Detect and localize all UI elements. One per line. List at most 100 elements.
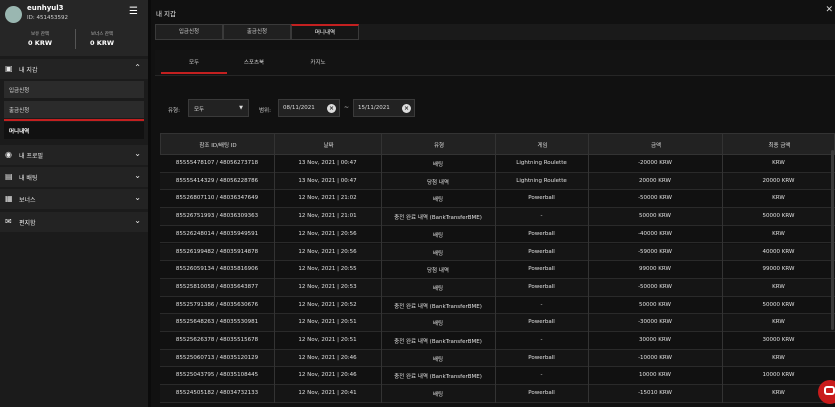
- table-cell: 85526199482 / 48035914878: [175, 248, 259, 255]
- table-cell: 50000 KRW: [639, 213, 671, 220]
- table-cell: Powerball: [528, 248, 555, 255]
- chat-icon: [824, 386, 835, 395]
- sidebar-item-label: 머니내역: [9, 129, 30, 135]
- table-cell: 배팅: [432, 356, 444, 363]
- range-separator: ~: [344, 104, 350, 111]
- close-icon[interactable]: ✕: [825, 5, 833, 15]
- table-row[interactable]: 85526059134 / 48035816906 12 Nov, 2021 | …: [160, 261, 835, 279]
- page-title: 내 지갑: [156, 10, 177, 18]
- chat-button[interactable]: [818, 380, 835, 404]
- table-row[interactable]: 85525791386 / 48035630676 12 Nov, 2021 | …: [160, 296, 835, 315]
- caret-down-icon: ▼: [239, 105, 243, 111]
- table-cell: 50000 KRW: [639, 301, 671, 308]
- table-cell: 배팅: [432, 232, 444, 239]
- table-row[interactable]: 85526807110 / 48036347649 12 Nov, 2021 | …: [160, 190, 835, 209]
- date-from-value: 08/11/2021: [283, 105, 315, 111]
- wallet-tabs: 입금신청 출금신청 머니내역: [155, 24, 835, 40]
- table-row[interactable]: 85524505182 / 48034732133 12 Nov, 2021 | …: [160, 385, 835, 403]
- table-cell: 12 Nov, 2021 | 20:46: [298, 354, 357, 361]
- table-row[interactable]: 85525060713 / 48035120129 12 Nov, 2021 | …: [160, 349, 835, 368]
- table-cell: KRW: [772, 230, 785, 237]
- profile-panel: eunhyul3 ID: 451453592 ☰ 보유 잔액 0 KRW 보너스…: [0, 0, 148, 56]
- clear-date-from-icon[interactable]: ×: [327, 104, 336, 113]
- range-filter-label: 범위:: [259, 108, 271, 114]
- table-cell: 12 Nov, 2021 | 20:41: [298, 390, 357, 397]
- table-cell: 배팅: [432, 321, 444, 328]
- table-cell: 85524505182 / 48034732133: [175, 390, 259, 397]
- table-cell: -: [540, 372, 543, 379]
- sidebar: eunhyul3 ID: 451453592 ☰ 보유 잔액 0 KRW 보너스…: [0, 0, 148, 407]
- date-from-input[interactable]: 08/11/2021 ×: [278, 99, 340, 117]
- table-row[interactable]: 85526199482 / 48035914878 12 Nov, 2021 | …: [160, 243, 835, 262]
- table-row[interactable]: 85525626378 / 48035515678 12 Nov, 2021 | …: [160, 332, 835, 350]
- nav-messages[interactable]: ✉ 편지함 ⌄: [0, 212, 148, 232]
- sidebar-item-withdraw[interactable]: 출금신청: [4, 101, 144, 118]
- tab-deposit[interactable]: 입금신청: [155, 24, 223, 40]
- table-row[interactable]: 85526248014 / 48035949591 12 Nov, 2021 | …: [160, 225, 835, 244]
- column-divider: [722, 133, 723, 403]
- tab-money-history[interactable]: 머니내역: [291, 24, 359, 40]
- table-row[interactable]: 85525810058 / 48035643877 12 Nov, 2021 | …: [160, 278, 835, 297]
- table-cell: 12 Nov, 2021 | 20:53: [298, 283, 357, 290]
- table-cell: 85525648263 / 48035530981: [175, 319, 259, 326]
- nav-bonus[interactable]: ▦ 보너스 ⌄: [0, 189, 148, 209]
- table-cell: 85526248014 / 48035949591: [175, 230, 259, 237]
- nav-bets[interactable]: ▤ 내 배팅 ⌄: [0, 167, 148, 187]
- subtab-active-indicator: [161, 72, 227, 74]
- bonus-balance: 보너스 잔액 0 KRW: [67, 31, 137, 47]
- table-cell: Powerball: [528, 390, 555, 397]
- nav-bonus-label: 보너스: [19, 197, 36, 204]
- table-cell: 12 Nov, 2021 | 20:51: [298, 337, 357, 343]
- table-cell: 배팅: [432, 162, 444, 168]
- table-cell: 85525043795 / 48035108445: [175, 372, 259, 379]
- column-header: 날짜: [323, 143, 334, 149]
- subtab-sportsbook[interactable]: 스포츠북: [221, 58, 287, 66]
- table-row[interactable]: 85525043795 / 48035108445 12 Nov, 2021 | …: [160, 367, 835, 386]
- sidebar-item-money-history[interactable]: 머니내역: [4, 122, 144, 139]
- table-row[interactable]: 85555414329 / 48056228786 13 Nov, 2021 | …: [160, 172, 835, 191]
- table-cell: Powerball: [528, 230, 555, 237]
- column-header: 참조 ID/배팅 ID: [199, 143, 237, 149]
- column-header: 유형: [433, 143, 445, 149]
- main-panel: 내 지갑 ✕ 입금신청 출금신청 머니내역 모두 스포츠북 카지노 유형: 모두…: [151, 0, 835, 407]
- table-cell: KRW: [772, 160, 785, 166]
- table-cell: 20000 KRW: [639, 177, 671, 184]
- bonus-balance-label: 보너스 잔액: [90, 32, 114, 37]
- subtab-all[interactable]: 모두: [161, 58, 227, 66]
- main-balance-value: 0 KRW: [28, 39, 52, 47]
- table-cell: 85555414329 / 48056228786: [175, 177, 259, 184]
- table-cell: 당첨 내역: [427, 179, 449, 186]
- table-cell: Powerball: [528, 319, 555, 326]
- table-cell: 20000 KRW: [762, 177, 795, 184]
- column-header: 게임: [537, 143, 548, 149]
- nav-wallet[interactable]: ▣ 내 지갑 ⌃: [0, 59, 148, 79]
- type-filter-label: 유형:: [168, 108, 180, 114]
- column-divider: [588, 133, 589, 403]
- table-row[interactable]: 85525648263 / 48035530981 12 Nov, 2021 | …: [160, 314, 835, 332]
- scrollbar[interactable]: [831, 150, 834, 330]
- table-cell: 13 Nov, 2021 | 00:47: [298, 177, 357, 184]
- table-cell: Powerball: [528, 266, 555, 273]
- table-cell: Lightning Roulette: [516, 177, 567, 184]
- active-indicator: [4, 119, 144, 121]
- date-to-input[interactable]: 15/11/2021 ×: [353, 99, 415, 117]
- table-cell: 10000 KRW: [762, 372, 795, 379]
- type-select[interactable]: 모두 ▼: [188, 99, 249, 117]
- table-cell: 85555478107 / 48056273718: [175, 160, 259, 166]
- wallet-page: eunhyul3 ID: 451453592 ☰ 보유 잔액 0 KRW 보너스…: [0, 0, 835, 407]
- table-cell: 50000 KRW: [762, 213, 795, 220]
- tab-withdraw[interactable]: 출금신청: [223, 24, 291, 40]
- table-cell: -: [540, 301, 543, 308]
- column-divider: [495, 133, 496, 403]
- bonus-balance-value: 0 KRW: [90, 39, 114, 47]
- clear-date-to-icon[interactable]: ×: [402, 104, 411, 113]
- avatar[interactable]: [5, 6, 22, 23]
- nav-profile[interactable]: ◉ 내 프로필 ⌄: [0, 145, 148, 165]
- table-cell: 13 Nov, 2021 | 00:47: [298, 160, 357, 166]
- menu-toggle-icon[interactable]: ☰: [129, 6, 138, 17]
- sidebar-item-deposit[interactable]: 입금신청: [4, 81, 144, 98]
- table-cell: 충전 완료 내역 (BankTransferBME): [394, 339, 482, 345]
- table-row[interactable]: 85526751993 / 48036309363 12 Nov, 2021 | …: [160, 208, 835, 226]
- subtab-casino[interactable]: 카지노: [285, 58, 351, 66]
- table-row[interactable]: 85555478107 / 48056273718 13 Nov, 2021 | …: [160, 155, 835, 173]
